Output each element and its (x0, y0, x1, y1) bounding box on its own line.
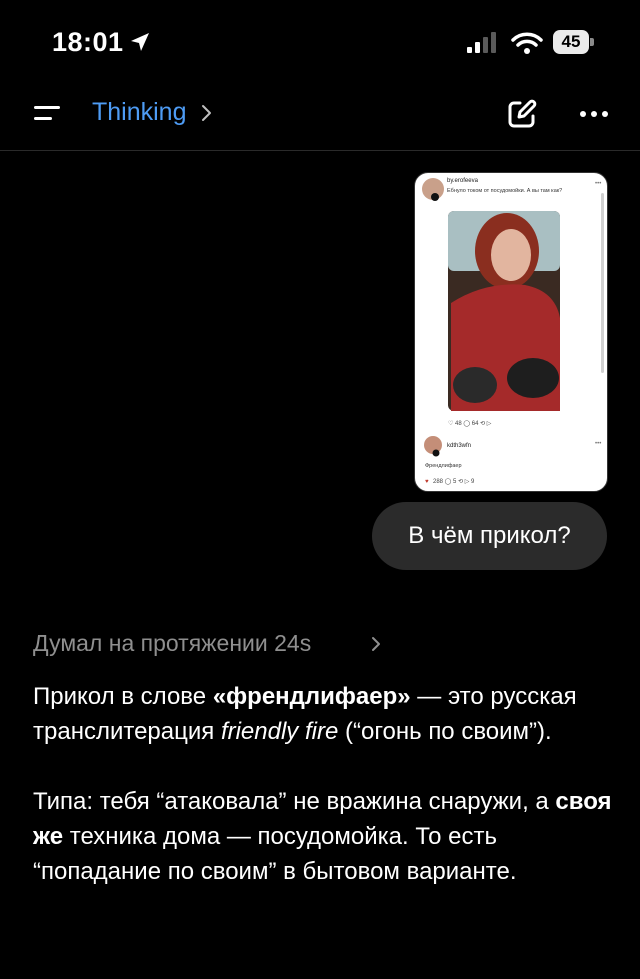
response-paragraph-2: Типа: тебя “атаковала” не вражина снаруж… (33, 784, 623, 889)
sidebar-menu-icon[interactable] (30, 98, 64, 128)
user-message-text: В чём прикол? (408, 522, 571, 549)
battery-level: 45 (553, 30, 589, 54)
text-span: техника дома — посудомойка. То есть “поп… (33, 823, 517, 885)
clock-time: 18:01 (52, 27, 124, 57)
location-arrow-icon (131, 33, 149, 51)
text-span: Прикол в слове (33, 683, 213, 710)
cellular-signal-icon (467, 32, 496, 53)
chevron-right-icon[interactable] (200, 102, 214, 124)
bold-term: «френдлифаер» (212, 683, 411, 710)
top-navigation-bar: Thinking (0, 80, 640, 151)
user-message-bubble[interactable]: В чём прикол? (372, 502, 607, 570)
screenshot-graphics: ••• ♡ 48 ◯ 64 ⟲ ▷ ••• ♥ 288 ◯ 5 ⟲ ▷ 9 (422, 178, 604, 485)
battery-indicator: 45 (553, 30, 595, 56)
model-selector[interactable]: Thinking (92, 98, 187, 127)
assistant-response: Прикол в слове «френдлифаер» — это русск… (33, 679, 623, 889)
thinking-duration-label[interactable]: Думал на протяжении 24s (33, 630, 311, 657)
svg-text:♡ 48 ◯ 64 ⟲ ▷: ♡ 48 ◯ 64 ⟲ ▷ (448, 420, 492, 427)
battery-nub (590, 38, 594, 46)
screenshot-caption: Ебнуло током от посудомойки. А вы там ка… (447, 188, 563, 194)
new-chat-edit-icon[interactable] (506, 98, 538, 130)
wifi-icon (511, 32, 543, 54)
screenshot-comment-username: kdth3wfn (447, 443, 472, 449)
attached-screenshot[interactable]: ••• ♡ 48 ◯ 64 ⟲ ▷ ••• ♥ 288 ◯ 5 ⟲ ▷ 9 by… (414, 172, 608, 492)
svg-text:•••: ••• (595, 441, 601, 447)
italic-term: friendly fire (220, 718, 339, 745)
text-span: (“огонь по своим”). (338, 718, 552, 745)
svg-text:♥: ♥ (425, 479, 429, 485)
text-span: Типа: тебя “атаковала” не вражина снаруж… (33, 788, 556, 815)
screenshot-comment-text: Френдлифаер (425, 463, 462, 469)
svg-text:288 ◯ 5 ⟲ ▷ 9: 288 ◯ 5 ⟲ ▷ 9 (433, 478, 475, 485)
screenshot-username: by.erofeeva (447, 178, 478, 184)
status-bar: 18:01 45 (0, 0, 640, 80)
chevron-right-icon[interactable] (370, 634, 382, 654)
more-options-icon[interactable] (578, 108, 610, 120)
response-paragraph-1: Прикол в слове «френдлифаер» — это русск… (33, 679, 623, 749)
